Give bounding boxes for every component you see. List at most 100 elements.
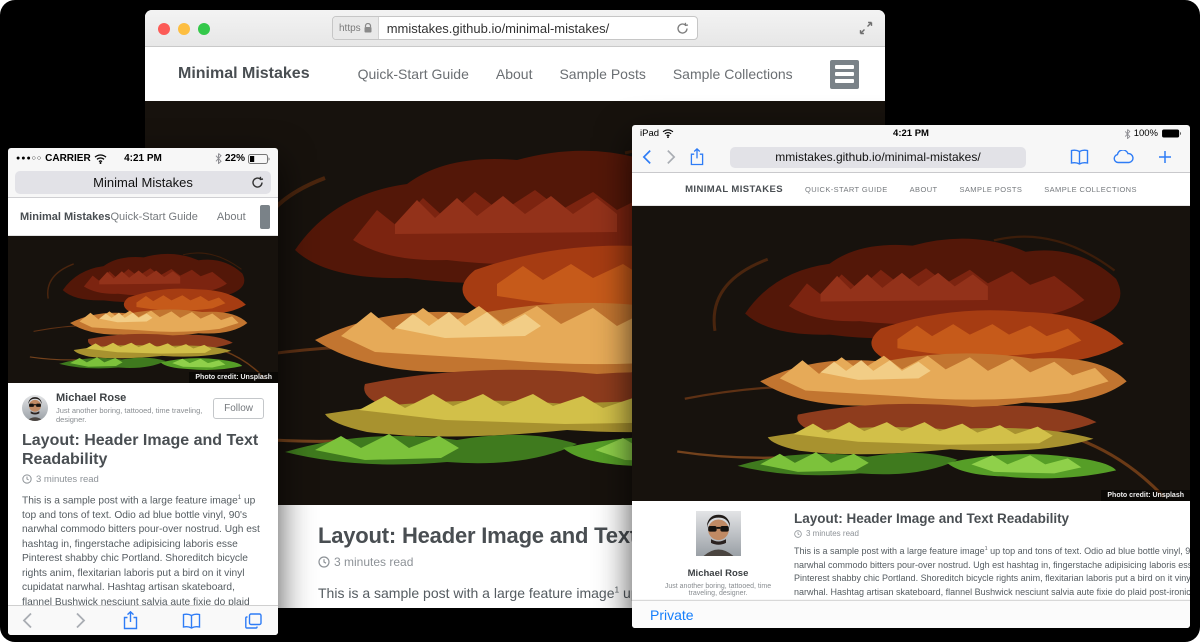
post-title: Layout: Header Image and Text Readabilit… [794, 511, 1190, 526]
body-text: This is a sample post with a large featu… [22, 495, 238, 506]
bluetooth-icon [1124, 129, 1131, 139]
read-time-label: 3 minutes read [36, 474, 99, 485]
nav-sample-collections[interactable]: Sample Collections [1044, 185, 1137, 194]
site-nav: Quick-Start Guide About [110, 211, 245, 223]
forward-button[interactable] [75, 612, 86, 629]
window-controls [158, 23, 210, 35]
menu-toggle-button[interactable] [830, 60, 859, 89]
bluetooth-icon [215, 153, 222, 164]
ipad-address-field[interactable]: mmistakes.github.io/minimal-mistakes/ [730, 147, 1026, 168]
battery-icon [248, 154, 270, 164]
menu-toggle-button[interactable] [260, 205, 270, 229]
body-text: This is a sample post with a large featu… [318, 585, 614, 601]
https-label: https [339, 23, 361, 34]
leaves-photo [632, 206, 1190, 501]
article: Michael Rose Just another boring, tattoo… [632, 501, 1190, 599]
site-nav: Quick-Start Guide About Sample Posts Sam… [358, 66, 793, 82]
site-masthead-tablet: Minimal Mistakes Quick-Start Guide About… [632, 173, 1190, 206]
author-row: Michael Rose Just another boring, tattoo… [22, 392, 264, 424]
read-time: 3 minutes read [794, 529, 1190, 538]
url-text: mmistakes.github.io/minimal-mistakes/ [379, 21, 668, 36]
address-bar[interactable]: https mmistakes.github.io/minimal-mistak… [332, 16, 698, 40]
close-window-button[interactable] [158, 23, 170, 35]
forward-button[interactable] [666, 149, 676, 165]
private-label[interactable]: Private [650, 607, 694, 623]
iphone-address-field[interactable]: Minimal Mistakes [15, 171, 271, 194]
photo-credit: Photo credit: Unsplash [189, 372, 278, 383]
share-icon[interactable] [690, 148, 704, 166]
status-time: 4:21 PM [632, 128, 1190, 139]
author-name: Michael Rose [56, 392, 213, 404]
wifi-icon [662, 129, 674, 138]
body-text: This is a sample post with a large featu… [794, 546, 985, 556]
clock-icon [22, 474, 32, 484]
icloud-tabs-icon[interactable] [1113, 150, 1134, 164]
private-browsing-bar: Private [632, 600, 1190, 628]
author-bio: Just another boring, tattooed, time trav… [56, 406, 213, 424]
bookmarks-icon[interactable] [1070, 149, 1089, 165]
back-button[interactable] [22, 612, 33, 629]
share-icon[interactable] [123, 611, 138, 630]
nav-quick-start-guide[interactable]: Quick-Start Guide [805, 185, 888, 194]
photo-credit: Photo credit: Unsplash [1101, 490, 1190, 501]
site-masthead-mobile: Minimal Mistakes Quick-Start Guide About [8, 198, 278, 236]
post-body: This is a sample post with a large featu… [794, 545, 1190, 599]
author-name: Michael Rose [660, 568, 776, 579]
back-button[interactable] [642, 149, 652, 165]
reload-button[interactable] [676, 22, 689, 35]
iphone-screen: ●●●○○ CARRIER 4:21 PM 22% Minimal Mistak… [8, 148, 278, 635]
tabs-icon[interactable] [245, 613, 262, 629]
signal-strength-icon: ●●●○○ [16, 155, 42, 162]
reload-button[interactable] [251, 176, 264, 189]
safari-bottom-toolbar [8, 605, 278, 635]
zoom-window-button[interactable] [198, 23, 210, 35]
site-nav: Quick-Start Guide About Sample Posts Sam… [805, 185, 1137, 194]
fullscreen-icon[interactable] [859, 21, 873, 35]
bookmarks-icon[interactable] [182, 613, 201, 629]
https-badge: https [333, 17, 379, 39]
leaves-photo [8, 236, 278, 383]
iphone-status-bar: ●●●○○ CARRIER 4:21 PM 22% [8, 148, 278, 169]
clock-icon [318, 556, 330, 568]
clock-icon [794, 530, 802, 538]
author-bio: Just another boring, tattooed, time trav… [660, 583, 776, 597]
nav-quick-start-guide[interactable]: Quick-Start Guide [358, 66, 469, 82]
site-title-link[interactable]: Minimal Mistakes [178, 65, 310, 83]
read-time: 3 minutes read [22, 474, 264, 485]
site-masthead: Minimal Mistakes Quick-Start Guide About… [145, 47, 885, 101]
author-avatar [696, 543, 741, 560]
iphone-url-bar: Minimal Mistakes [8, 169, 278, 198]
minimize-window-button[interactable] [178, 23, 190, 35]
new-tab-icon[interactable] [1158, 150, 1172, 164]
url-text: mmistakes.github.io/minimal-mistakes/ [775, 150, 980, 164]
battery-percent: 100% [1134, 128, 1158, 139]
composite-canvas: https mmistakes.github.io/minimal-mistak… [0, 0, 1200, 642]
header-image: Photo credit: Unsplash [632, 206, 1190, 501]
nav-about[interactable]: About [496, 66, 533, 82]
lock-icon [364, 23, 372, 33]
nav-about[interactable]: About [910, 185, 938, 194]
nav-sample-posts[interactable]: Sample Posts [960, 185, 1023, 194]
ipad-status-bar: iPad 4:21 PM 100% [632, 125, 1190, 142]
author-sidebar: Michael Rose Just another boring, tattoo… [660, 511, 776, 599]
follow-button[interactable]: Follow [213, 398, 264, 419]
browser-toolbar: https mmistakes.github.io/minimal-mistak… [145, 10, 885, 47]
device-label: iPad [640, 128, 659, 139]
site-title-link[interactable]: Minimal Mistakes [20, 211, 110, 223]
wifi-icon [94, 154, 107, 164]
nav-sample-posts[interactable]: Sample Posts [559, 66, 645, 82]
ipad-screen: iPad 4:21 PM 100% mmistakes.github.io/mi… [632, 125, 1190, 628]
battery-percent: 22% [225, 153, 245, 164]
site-title-link[interactable]: Minimal Mistakes [685, 184, 783, 195]
carrier-label: CARRIER [45, 153, 91, 164]
nav-about[interactable]: About [217, 211, 246, 223]
article: Michael Rose Just another boring, tattoo… [8, 383, 278, 633]
read-time-label: 3 minutes read [334, 555, 413, 569]
page-title-label: Minimal Mistakes [93, 175, 193, 190]
nav-sample-collections[interactable]: Sample Collections [673, 66, 793, 82]
author-avatar [22, 395, 48, 421]
header-image: Photo credit: Unsplash [8, 236, 278, 383]
post-title: Layout: Header Image and Text Readabilit… [22, 432, 264, 470]
nav-quick-start-guide[interactable]: Quick-Start Guide [110, 211, 197, 223]
read-time-label: 3 minutes read [806, 529, 859, 538]
